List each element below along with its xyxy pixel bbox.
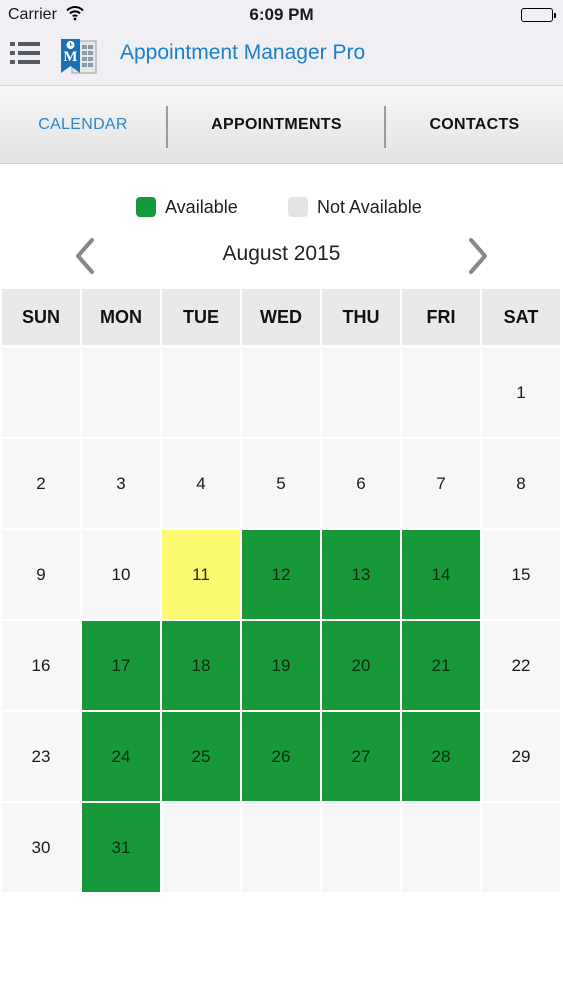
calendar-day-cell[interactable]: 2 xyxy=(2,439,80,528)
calendar-day-cell[interactable]: 27 xyxy=(322,712,400,801)
calendar-day-cell[interactable]: 23 xyxy=(2,712,80,801)
calendar-day-cell[interactable]: 15 xyxy=(482,530,560,619)
calendar-empty-cell xyxy=(242,348,320,437)
calendar-day-cell[interactable]: 14 xyxy=(402,530,480,619)
battery-icon xyxy=(521,8,556,22)
weekday-header-sat: SAT xyxy=(482,289,560,345)
next-month-button[interactable] xyxy=(457,236,497,276)
calendar-empty-cell xyxy=(482,803,560,892)
calendar-day-cell[interactable]: 4 xyxy=(162,439,240,528)
calendar-day-cell[interactable]: 26 xyxy=(242,712,320,801)
app-title: Appointment Manager Pro xyxy=(120,41,366,64)
calendar-day-cell[interactable]: 25 xyxy=(162,712,240,801)
calendar-day-cell[interactable]: 7 xyxy=(402,439,480,528)
calendar-empty-cell xyxy=(82,348,160,437)
calendar-day-cell[interactable]: 9 xyxy=(2,530,80,619)
tab-calendar-label: CALENDAR xyxy=(38,116,128,133)
calendar-day-cell[interactable]: 10 xyxy=(82,530,160,619)
tab-appointments[interactable]: APPOINTMENTS xyxy=(168,86,385,164)
calendar-day-cell[interactable]: 19 xyxy=(242,621,320,710)
legend-not-available-swatch xyxy=(288,197,308,217)
nav-bar: M Appointment Manager Pro xyxy=(0,30,563,86)
weekday-header-mon: MON xyxy=(82,289,160,345)
weekday-header-fri: FRI xyxy=(402,289,480,345)
calendar-day-cell[interactable]: 30 xyxy=(2,803,80,892)
status-time: 6:09 PM xyxy=(249,5,314,24)
calendar-day-cell[interactable]: 17 xyxy=(82,621,160,710)
logo-letter: M xyxy=(63,49,77,65)
calendar-day-cell[interactable]: 5 xyxy=(242,439,320,528)
tab-contacts-label: CONTACTS xyxy=(429,116,520,133)
calendar-day-cell[interactable]: 1 xyxy=(482,348,560,437)
calendar-day-cell[interactable]: 13 xyxy=(322,530,400,619)
calendar-day-cell[interactable]: 16 xyxy=(2,621,80,710)
app-logo-icon: M xyxy=(58,35,98,75)
calendar-day-cell[interactable]: 22 xyxy=(482,621,560,710)
calendar-day-cell[interactable]: 20 xyxy=(322,621,400,710)
tab-calendar[interactable]: CALENDAR xyxy=(0,86,166,164)
calendar-empty-cell xyxy=(2,348,80,437)
legend-available-swatch xyxy=(136,197,156,217)
tab-contacts[interactable]: CONTACTS xyxy=(386,86,563,164)
legend-not-available: Not Available xyxy=(288,195,422,219)
calendar-day-cell[interactable]: 21 xyxy=(402,621,480,710)
calendar-day-cell[interactable]: 28 xyxy=(402,712,480,801)
calendar-day-cell[interactable]: 18 xyxy=(162,621,240,710)
calendar-empty-cell xyxy=(322,348,400,437)
calendar-day-cell[interactable]: 3 xyxy=(82,439,160,528)
calendar-day-cell[interactable]: 12 xyxy=(242,530,320,619)
calendar-day-cell[interactable]: 29 xyxy=(482,712,560,801)
chevron-right-icon xyxy=(469,238,487,274)
weekday-header-sun: SUN xyxy=(2,289,80,345)
status-bar: Carrier 6:09 PM xyxy=(0,0,563,30)
calendar-day-cell[interactable]: 31 xyxy=(82,803,160,892)
weekday-header-tue: TUE xyxy=(162,289,240,345)
calendar-day-cell[interactable]: 24 xyxy=(82,712,160,801)
calendar-day-cell[interactable]: 8 xyxy=(482,439,560,528)
calendar-empty-cell xyxy=(162,348,240,437)
hamburger-menu-icon[interactable] xyxy=(10,40,40,66)
month-navigation: August 2015 xyxy=(0,236,563,276)
calendar-empty-cell xyxy=(402,803,480,892)
legend-available: Available xyxy=(136,195,238,219)
tab-bar: CALENDAR APPOINTMENTS CONTACTS xyxy=(0,86,563,164)
legend-not-available-label: Not Available xyxy=(317,196,422,217)
weekday-header-thu: THU xyxy=(322,289,400,345)
availability-legend: Available Not Available xyxy=(0,195,563,221)
weekday-header-wed: WED xyxy=(242,289,320,345)
weekday-header-row: SUN MON TUE WED THU FRI SAT xyxy=(0,289,563,345)
legend-available-label: Available xyxy=(165,196,238,217)
calendar-empty-cell xyxy=(162,803,240,892)
calendar-day-cell[interactable]: 11 xyxy=(162,530,240,619)
calendar-empty-cell xyxy=(242,803,320,892)
calendar-day-cell[interactable]: 6 xyxy=(322,439,400,528)
calendar-empty-cell xyxy=(322,803,400,892)
calendar-empty-cell xyxy=(402,348,480,437)
tab-appointments-label: APPOINTMENTS xyxy=(211,116,342,133)
